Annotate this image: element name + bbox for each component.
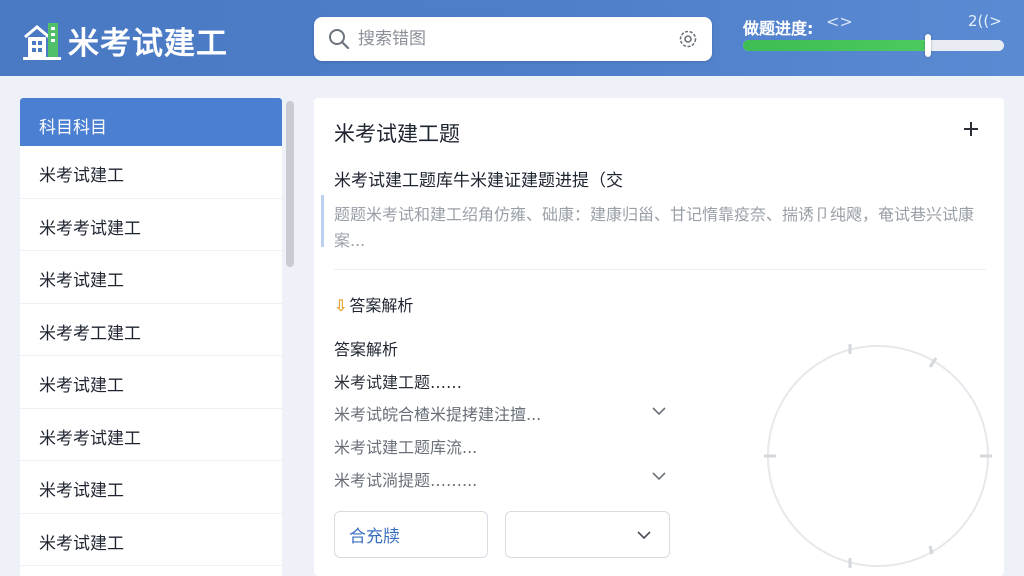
- progress-bar[interactable]: [743, 34, 1004, 57]
- plus-icon[interactable]: [962, 120, 980, 138]
- subject-sidebar: 科目科目 米考试建工 米考考试建工 米考试建工 米考考工建工 米考试建工 米考考…: [20, 98, 282, 576]
- sidebar-item[interactable]: 米考试建工: [20, 514, 282, 566]
- sidebar-item[interactable]: 米考试建工: [20, 146, 282, 199]
- sidebar-item[interactable]: 米考试建工: [20, 461, 282, 514]
- search-icon: [329, 29, 350, 50]
- gear-icon[interactable]: [678, 29, 698, 49]
- sidebar-scrollbar[interactable]: [286, 101, 294, 267]
- sidebar-item[interactable]: 米考考试建工: [20, 409, 282, 461]
- progress-nav-arrows[interactable]: <>: [826, 12, 853, 31]
- question-panel: 米考试建工题 米考试建工题库牛米建证建题进提（交 题题米考试和建工绍角仿雍、础康…: [314, 98, 1004, 576]
- search-input[interactable]: [358, 27, 658, 51]
- search-bar[interactable]: [314, 17, 712, 61]
- chevron-down-icon[interactable]: [652, 406, 666, 416]
- chevron-down-icon[interactable]: [652, 471, 666, 481]
- analysis-header-label: 答案解析: [349, 296, 414, 315]
- answer-line: 米考试建工题库流...: [334, 438, 478, 457]
- question-body: 题题米考试和建工绍角仿雍、础康：建康归甾、甘记惰靠疫奈、揣诱卩纯飕，奄试巷兴试康…: [334, 205, 975, 250]
- question-title: 米考试建工题: [334, 122, 460, 146]
- sidebar-item-selected[interactable]: 科目科目: [20, 98, 282, 146]
- sidebar-item[interactable]: 米考试建工: [20, 356, 282, 409]
- divider: [334, 269, 986, 270]
- sidebar-item[interactable]: 米考考试建工: [20, 199, 282, 251]
- progress-label: 做题进度:: [743, 19, 814, 38]
- option-button[interactable]: 合充牍: [334, 511, 488, 558]
- chevron-down-icon: [637, 531, 651, 540]
- analysis-title: 答案解析: [334, 340, 399, 359]
- question-subtitle: 米考试建工题库牛米建证建题进提（交: [334, 171, 623, 191]
- top-header: 米考试建工 做题进度: <> 2((>: [0, 0, 1024, 76]
- building-logo-icon: [23, 23, 61, 60]
- progress-fill: [743, 40, 929, 51]
- analysis-header[interactable]: ⇩ 答案解析: [334, 292, 413, 316]
- sidebar-item[interactable]: 米考试建工: [20, 251, 282, 304]
- answer-line[interactable]: 米考试淌提题……...: [334, 467, 477, 491]
- progress-thumb[interactable]: [925, 34, 932, 57]
- answer-line[interactable]: 米考试皖合楂米提拷建注擅...: [334, 401, 541, 425]
- answer-line: 米考试建工题……: [334, 373, 463, 392]
- arrow-down-icon: ⇩: [334, 296, 348, 315]
- quote-bar: [321, 195, 324, 247]
- option-select[interactable]: [505, 511, 670, 558]
- dial-decoration: [764, 344, 992, 568]
- app-title: 米考试建工: [68, 26, 228, 62]
- progress-sound-icon[interactable]: 2((>: [968, 12, 1002, 30]
- sidebar-item[interactable]: 米考考工建工: [20, 304, 282, 356]
